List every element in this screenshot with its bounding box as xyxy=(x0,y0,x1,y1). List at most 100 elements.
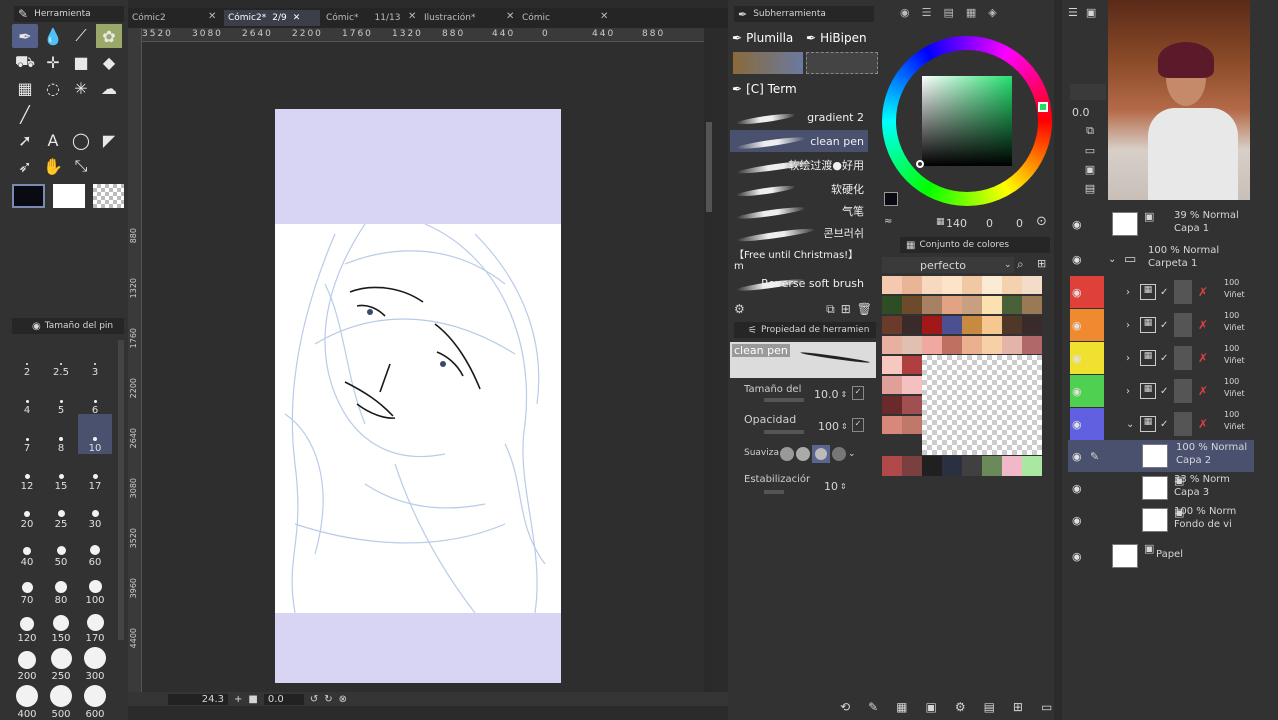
blend-mode-select[interactable] xyxy=(1070,84,1106,100)
palette-swatch[interactable] xyxy=(962,296,982,314)
palette-swatch[interactable] xyxy=(902,356,922,374)
saturation-value[interactable]: 0 xyxy=(986,217,993,230)
visibility-eye-icon[interactable]: ◉ xyxy=(1072,385,1082,398)
sub-color-swatch[interactable] xyxy=(53,184,85,208)
stabilization-field[interactable]: 10 ⇕ xyxy=(824,478,852,494)
tab-comic2-active[interactable]: Cómic2* 2/9 ✕ xyxy=(224,10,320,26)
brush-item[interactable]: Reverse soft brush xyxy=(730,272,868,294)
visibility-eye-icon[interactable]: ◉ xyxy=(1072,418,1082,431)
layer-row[interactable]: ◉ ✎ 100 % Normal Capa 2 xyxy=(1068,440,1254,472)
grid-icon[interactable]: ▦ xyxy=(896,700,907,716)
palette-swatch[interactable] xyxy=(1022,336,1042,354)
color-mode-icon[interactable]: ⊙ xyxy=(1036,214,1047,229)
visibility-eye-icon[interactable]: ◉ xyxy=(1072,352,1082,365)
softness-options[interactable]: ⌄ xyxy=(780,444,868,464)
palette-swatch[interactable] xyxy=(922,336,942,354)
brush-size-option[interactable]: 20 xyxy=(10,490,44,530)
color-set-select[interactable]: perfecto ⌄ xyxy=(882,257,1014,273)
brush-size-option[interactable]: 50 xyxy=(44,528,78,568)
brush-item[interactable]: 软绘过渡●好用 xyxy=(730,154,868,176)
check-icon[interactable]: ✓ xyxy=(1160,287,1168,298)
check-icon[interactable]: ✓ xyxy=(1160,386,1168,397)
settings-icon[interactable]: ⚙ xyxy=(734,302,745,316)
visibility-eye-icon[interactable]: ◉ xyxy=(1072,253,1082,266)
visibility-eye-icon[interactable]: ◉ xyxy=(1072,550,1082,563)
brush-size-option[interactable]: 80 xyxy=(44,566,78,606)
zoom-in-icon[interactable]: + xyxy=(234,694,242,705)
subtool-group-term[interactable]: ✒ [C] Term xyxy=(732,80,872,98)
spinner-icon[interactable]: ⇕ xyxy=(841,422,848,431)
palette-swatch[interactable] xyxy=(882,276,902,294)
brush-size-option[interactable]: 400 xyxy=(10,680,44,720)
palette-tab-icon[interactable]: ▦ xyxy=(966,6,976,22)
new-layer-icon[interactable]: ⊞ xyxy=(1013,700,1023,716)
search-icon[interactable]: ⌕ xyxy=(1017,257,1024,272)
brush-size-option[interactable]: 300 xyxy=(78,642,112,682)
layer-row[interactable]: ◉ › ▦ ✓ ✗ 100 Viñet xyxy=(1068,375,1254,407)
mix-tab-icon[interactable]: ◈ xyxy=(988,6,996,22)
reference-icon[interactable]: ▣ xyxy=(1085,163,1095,176)
palette-swatch[interactable] xyxy=(1002,456,1022,476)
palette-swatch[interactable] xyxy=(982,316,1002,334)
airbrush-icon[interactable]: ⟋ xyxy=(68,24,94,48)
reset-rotation-icon[interactable]: ⊗ xyxy=(339,694,347,705)
palette-swatch[interactable] xyxy=(982,296,1002,314)
soft-dot-icon[interactable] xyxy=(780,447,794,461)
layer-color-icon[interactable]: ▭ xyxy=(1085,144,1095,157)
balloon-icon[interactable]: ◯ xyxy=(68,128,94,152)
size-slider[interactable] xyxy=(764,398,804,402)
decoration-icon[interactable]: ✿ xyxy=(96,24,122,48)
palette-swatch[interactable] xyxy=(882,356,902,374)
brush-size-option[interactable]: 60 xyxy=(78,528,112,568)
palette-swatch[interactable] xyxy=(922,276,942,294)
list-icon[interactable]: ▤ xyxy=(984,700,995,716)
palette-swatch[interactable] xyxy=(1022,296,1042,314)
tab-comic-last[interactable]: Cómic xyxy=(518,10,554,26)
canvas-scrollbar-vertical[interactable] xyxy=(704,42,714,692)
close-icon[interactable]: ✕ xyxy=(408,11,416,22)
brush-size-option[interactable]: 7 xyxy=(10,414,44,454)
brush-size-option[interactable]: 3 xyxy=(78,338,112,378)
brush-size-option[interactable]: 500 xyxy=(44,680,78,720)
brush-size-option[interactable]: 200 xyxy=(10,642,44,682)
lock-icon[interactable]: ▤ xyxy=(1085,182,1095,195)
brush-size-option[interactable]: 600 xyxy=(78,680,112,720)
object-select-icon[interactable]: ➶ xyxy=(12,154,38,178)
palette-swatch[interactable] xyxy=(982,336,1002,354)
settings-icon[interactable]: ⚙ xyxy=(955,700,966,716)
lasso-icon[interactable]: ◌ xyxy=(40,76,66,100)
brush-size-option[interactable]: 100 xyxy=(78,566,112,606)
mask-off-icon[interactable]: ✗ xyxy=(1198,285,1208,299)
stack-icon[interactable]: ⧉ xyxy=(1086,124,1094,138)
pen-tool-icon[interactable]: ✒ xyxy=(12,24,38,48)
mask-off-icon[interactable]: ✗ xyxy=(1198,417,1208,431)
close-icon[interactable]: ✕ xyxy=(506,11,514,22)
palette-swatch[interactable] xyxy=(922,316,942,334)
layer-row[interactable]: ◉ › ▦ ✓ ✗ 100 Viñet xyxy=(1068,276,1254,308)
text-icon[interactable]: A xyxy=(40,128,66,152)
layer-row[interactable]: ◉ › ▦ ✓ ✗ 100 Viñet xyxy=(1068,342,1254,374)
stabilization-slider[interactable] xyxy=(764,490,784,494)
main-color-swatch[interactable] xyxy=(12,184,46,208)
close-icon[interactable]: ✕ xyxy=(293,13,301,23)
opacity-pressure-icon[interactable]: ✓ xyxy=(852,418,864,432)
palette-swatch[interactable] xyxy=(882,316,902,334)
palette-swatch[interactable] xyxy=(1022,276,1042,294)
brush-size-option[interactable]: 40 xyxy=(10,528,44,568)
brush-size-option[interactable]: 4 xyxy=(10,376,44,416)
mask-off-icon[interactable]: ✗ xyxy=(1198,351,1208,365)
refresh-icon[interactable]: ⟲ xyxy=(840,700,850,716)
color-wheel[interactable] xyxy=(882,36,1052,206)
brightness-value[interactable]: 0 xyxy=(1016,217,1023,230)
eyedropper-icon[interactable]: ⤡ xyxy=(68,154,94,178)
visibility-eye-icon[interactable]: ◉ xyxy=(1072,286,1082,299)
duplicate-icon[interactable]: ⧉ xyxy=(826,302,835,317)
size-field[interactable]: 10.0 ⇕ xyxy=(814,386,850,402)
subtool-group-plumilla[interactable]: ✒ Plumilla xyxy=(732,28,804,48)
brush-size-option[interactable]: 25 xyxy=(44,490,78,530)
layers-tab-icon[interactable]: ▣ xyxy=(1086,6,1096,22)
stop-icon[interactable]: ■ xyxy=(248,694,257,705)
palette-swatch[interactable] xyxy=(902,276,922,294)
tool-icon[interactable]: ✎ xyxy=(868,700,878,716)
brush-size-scrollbar[interactable] xyxy=(118,340,124,640)
